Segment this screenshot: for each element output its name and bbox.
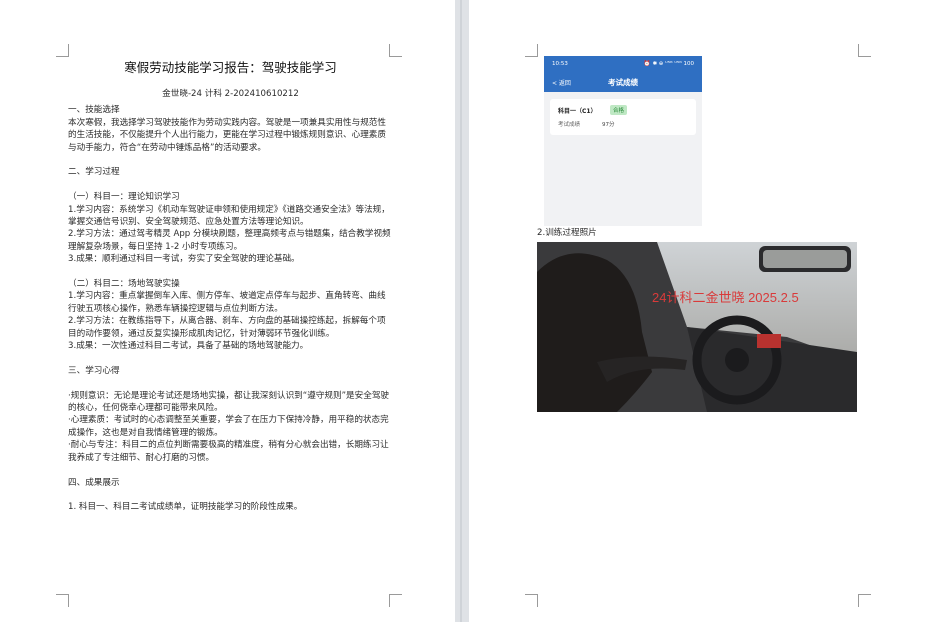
body-line: 3.成果：顺利通过科目一考试，夯实了安全驾驶的理论基础。	[68, 254, 300, 265]
training-photo: 24计科二金世晓 2025.2.5	[537, 242, 857, 412]
report-title: 寒假劳动技能学习报告：驾驶技能学习	[124, 60, 337, 75]
crop-mark	[389, 594, 402, 607]
dashboard-display	[757, 334, 781, 348]
crop-mark	[56, 44, 69, 57]
page-1-body: 寒假劳动技能学习报告：驾驶技能学习 金世晓-24 计科 2-2024106102…	[68, 60, 393, 514]
body-line: 三、学习心得	[68, 365, 120, 376]
crop-mark	[525, 594, 538, 607]
body-line: ·心理素质：考试时的心态调整至关重要，学会了在压力下保持冷静，用平稳的状态完成操…	[68, 415, 389, 438]
body-line: ·耐心与专注：科目二的点位判断需要极高的精准度，稍有分心就会出错，长期练习让我养…	[68, 440, 389, 463]
crop-mark	[858, 594, 871, 607]
report-body: 一、技能选择 本次寒假，我选择学习驾驶技能作为劳动实践内容。驾驶是一项兼具实用性与…	[68, 104, 393, 513]
status-time: 10:53	[552, 61, 568, 67]
photo-caption: 2.训练过程照片	[537, 228, 597, 238]
document-page-2: 10:53 ⏰ ✱ ⊕ ᵁ⁵ᴳ ᵁ⁵ᴳ 100 < 返回 考试成绩 科目一（C1…	[469, 0, 926, 622]
body-line: ·规则意识：无论是理论考试还是场地实操，都让我深刻认识到“遵守规则”是安全驾驶的…	[68, 390, 390, 414]
screen-title: 考试成绩	[608, 78, 638, 87]
crop-mark	[56, 594, 69, 607]
body-line: 1.学习内容：重点掌握倒车入库、侧方停车、坡道定点停车与起步、直角转弯、曲线行驶…	[68, 291, 386, 314]
photo-stamp: 24计科二金世晓 2025.2.5	[652, 290, 799, 305]
pass-badge: 合格	[610, 105, 628, 115]
crop-mark	[858, 44, 871, 57]
score-card: 科目一（C1） 合格 考试成绩 97分	[550, 99, 696, 135]
body-line: 二、学习过程	[68, 167, 120, 178]
score-label: 考试成绩	[558, 122, 581, 128]
exam-subject: 科目一（C1）	[558, 108, 597, 115]
score-value: 97分	[602, 122, 615, 128]
document-page-1: 寒假劳动技能学习报告：驾驶技能学习 金世晓-24 计科 2-2024106102…	[0, 0, 455, 622]
body-line: 一、技能选择	[68, 105, 120, 116]
body-line: 2.学习方法：在教练指导下，从离合器、刹车、方向盘的基础操控练起，拆解每个项目的…	[68, 316, 386, 339]
body-line: 2.学习方法：通过驾考精灵 App 分模块刷题，整理高频考点与错题集，结合教学视…	[68, 229, 391, 252]
body-line: 四、成果展示	[68, 477, 120, 488]
status-icons: ⏰ ✱ ⊕ ᵁ⁵ᴳ ᵁ⁵ᴳ 100	[643, 61, 694, 67]
body-line: 本次寒假，我选择学习驾驶技能作为劳动实践内容。驾驶是一项兼具实用性与规范性的生活…	[68, 117, 386, 153]
crop-mark	[389, 44, 402, 57]
body-line: 3.成果：一次性通过科目二考试，具备了基础的场地驾驶能力。	[68, 341, 309, 352]
crop-mark	[525, 44, 538, 57]
body-line: 1.学习内容：系统学习《机动车驾驶证申领和使用规定》《道路交通安全法》等法规，掌…	[68, 204, 390, 228]
exam-score-screenshot: 10:53 ⏰ ✱ ⊕ ᵁ⁵ᴳ ᵁ⁵ᴳ 100 < 返回 考试成绩 科目一（C1…	[544, 56, 702, 226]
page-gap	[455, 0, 469, 622]
body-line: 1. 科目一、科目二考试成绩单，证明技能学习的阶段性成果。	[68, 502, 303, 513]
body-line: （一）科目一：理论知识学习	[68, 192, 180, 203]
app-header: 10:53 ⏰ ✱ ⊕ ᵁ⁵ᴳ ᵁ⁵ᴳ 100 < 返回 考试成绩	[544, 56, 702, 92]
report-author: 金世晓-24 计科 2-202410610212	[162, 89, 299, 99]
body-line: （二）科目二：场地驾驶实操	[68, 279, 180, 290]
